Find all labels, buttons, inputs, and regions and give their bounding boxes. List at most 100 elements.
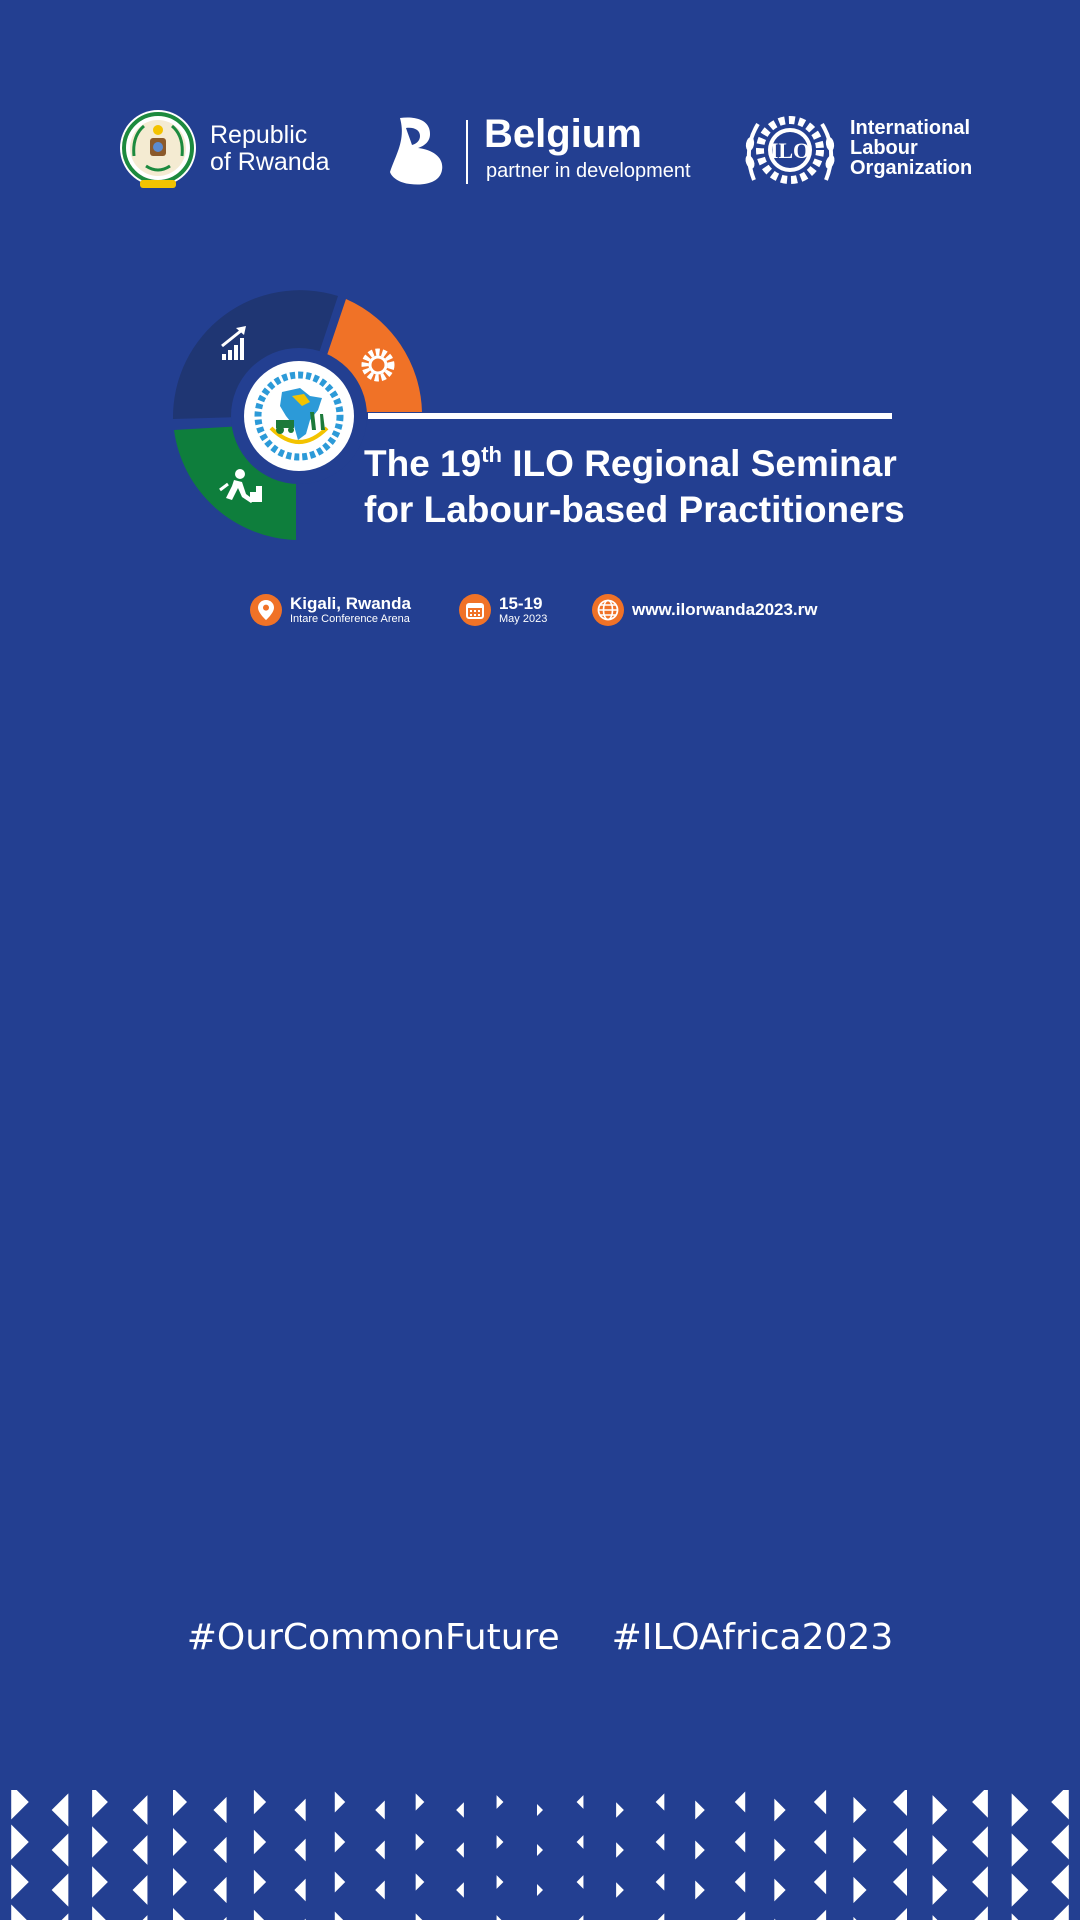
pattern-triangle bbox=[334, 1831, 346, 1853]
pattern-triangle bbox=[893, 1828, 907, 1856]
ilo-emblem-icon: ILO bbox=[745, 116, 835, 184]
pattern-triangle bbox=[1051, 1824, 1069, 1860]
pattern-triangle bbox=[1011, 1913, 1019, 1920]
pattern-triangle bbox=[496, 1875, 504, 1889]
pattern-triangle bbox=[92, 1906, 106, 1920]
pattern-triangle bbox=[415, 1913, 423, 1920]
pattern-triangle bbox=[334, 1911, 344, 1920]
pattern-triangle bbox=[815, 1909, 827, 1920]
rwanda-name: Republic of Rwanda bbox=[210, 122, 330, 176]
pattern-triangle bbox=[932, 1795, 948, 1825]
pattern-triangle bbox=[11, 1904, 27, 1920]
seminar-title: The 19th ILO Regional Seminar for Labour… bbox=[364, 432, 905, 533]
pattern-triangle bbox=[334, 1791, 346, 1813]
pattern-triangle bbox=[51, 1833, 69, 1867]
pattern-triangle bbox=[375, 1840, 385, 1860]
pattern-triangle bbox=[132, 1875, 148, 1905]
pattern-triangle bbox=[294, 1878, 306, 1902]
ilo-line1: International bbox=[850, 117, 971, 139]
pattern-triangle bbox=[496, 1795, 504, 1809]
pattern-triangle bbox=[932, 1875, 948, 1905]
hashtag-ilo-africa-2023: #ILOAfrica2023 bbox=[611, 1617, 894, 1658]
pattern-triangle bbox=[1011, 1873, 1029, 1907]
pattern-triangle bbox=[11, 1790, 29, 1820]
location-name: Kigali, Rwanda bbox=[290, 594, 411, 613]
pattern-triangle bbox=[695, 1880, 705, 1900]
pattern-triangle bbox=[736, 1911, 746, 1920]
pattern-triangle bbox=[92, 1866, 108, 1898]
pattern-triangle bbox=[415, 1793, 425, 1811]
pattern-triangle bbox=[294, 1838, 306, 1862]
date-month: May 2023 bbox=[499, 613, 548, 625]
pattern-triangle bbox=[853, 1836, 867, 1864]
pattern-triangle bbox=[616, 1802, 624, 1818]
hashtag-our-common-future: #OurCommonFuture bbox=[186, 1617, 560, 1658]
pattern-triangle bbox=[893, 1868, 907, 1896]
pattern-triangle bbox=[774, 1878, 786, 1902]
title-ordinal: th bbox=[481, 442, 502, 467]
pattern-triangle bbox=[734, 1831, 746, 1853]
pattern-triangle bbox=[972, 1790, 988, 1818]
pattern-triangle bbox=[1051, 1864, 1069, 1900]
pattern-triangle bbox=[1053, 1904, 1069, 1920]
globe-icon bbox=[592, 594, 624, 626]
belgium-name: Belgium bbox=[484, 112, 642, 156]
pattern-triangle bbox=[695, 1800, 705, 1820]
website-link[interactable]: www.ilorwanda2023.rw bbox=[632, 600, 818, 619]
pattern-triangle bbox=[576, 1875, 584, 1889]
pattern-triangle bbox=[375, 1800, 385, 1820]
pattern-triangle bbox=[537, 1804, 543, 1816]
pattern-triangle bbox=[972, 1826, 988, 1858]
pattern-triangle bbox=[576, 1795, 584, 1809]
pattern-triangle bbox=[537, 1884, 543, 1896]
pattern-triangle bbox=[496, 1915, 502, 1920]
pattern-triangle bbox=[1011, 1833, 1029, 1867]
ilo-mark-text: ILO bbox=[770, 138, 810, 163]
pattern-triangle bbox=[253, 1829, 267, 1855]
pattern-triangle bbox=[11, 1864, 29, 1900]
pattern-triangle bbox=[213, 1836, 227, 1864]
pattern-triangle bbox=[932, 1835, 948, 1865]
pattern-triangle bbox=[415, 1873, 425, 1891]
pattern-triangle bbox=[657, 1913, 665, 1920]
pattern-triangle bbox=[51, 1873, 69, 1907]
calendar-icon bbox=[459, 594, 491, 626]
pattern-triangle bbox=[173, 1790, 187, 1816]
location-pin-icon bbox=[250, 594, 282, 626]
pattern-triangle bbox=[456, 1842, 464, 1858]
belgium-tagline: partner in development bbox=[486, 160, 691, 182]
location-venue: Intare Conference Arena bbox=[290, 613, 410, 625]
pattern-triangle bbox=[616, 1842, 624, 1858]
rwanda-line2: of Rwanda bbox=[210, 148, 330, 176]
triangle-pattern bbox=[11, 1790, 1069, 1920]
pattern-triangle bbox=[1051, 1790, 1069, 1820]
pattern-triangle bbox=[132, 1795, 148, 1825]
pattern-triangle bbox=[51, 1793, 69, 1827]
pattern-triangle bbox=[932, 1915, 938, 1920]
title-line1: The 19th ILO Regional Seminar bbox=[364, 432, 905, 487]
pattern-triangle bbox=[294, 1798, 306, 1822]
pattern-triangle bbox=[655, 1793, 665, 1811]
pattern-triangle bbox=[415, 1833, 425, 1851]
partner-logos: Republic of Rwanda Belgium partner in de… bbox=[0, 0, 1080, 240]
pattern-triangle bbox=[173, 1828, 187, 1856]
pattern-triangle bbox=[655, 1833, 665, 1851]
pattern-triangle bbox=[813, 1790, 827, 1815]
pattern-triangle bbox=[456, 1802, 464, 1818]
pattern-triangle bbox=[213, 1876, 227, 1904]
pattern-triangle bbox=[496, 1835, 504, 1849]
pattern-triangle bbox=[578, 1915, 584, 1920]
belgium-divider bbox=[466, 120, 468, 184]
title-line2: for Labour-based Practitioners bbox=[364, 489, 905, 530]
info-website[interactable]: www.ilorwanda2023.rw bbox=[592, 592, 818, 628]
pattern-triangle bbox=[774, 1838, 786, 1862]
pattern-triangle bbox=[375, 1880, 385, 1900]
pattern-triangle bbox=[537, 1844, 543, 1856]
date-range: 15-19 bbox=[499, 594, 543, 613]
pattern-triangle bbox=[253, 1790, 267, 1815]
ilo-line3: Organization bbox=[850, 157, 973, 179]
pattern-triangle bbox=[695, 1840, 705, 1860]
ilo-line2: Labour bbox=[850, 137, 918, 159]
pattern-triangle bbox=[173, 1868, 187, 1896]
pattern-triangle bbox=[853, 1876, 867, 1904]
